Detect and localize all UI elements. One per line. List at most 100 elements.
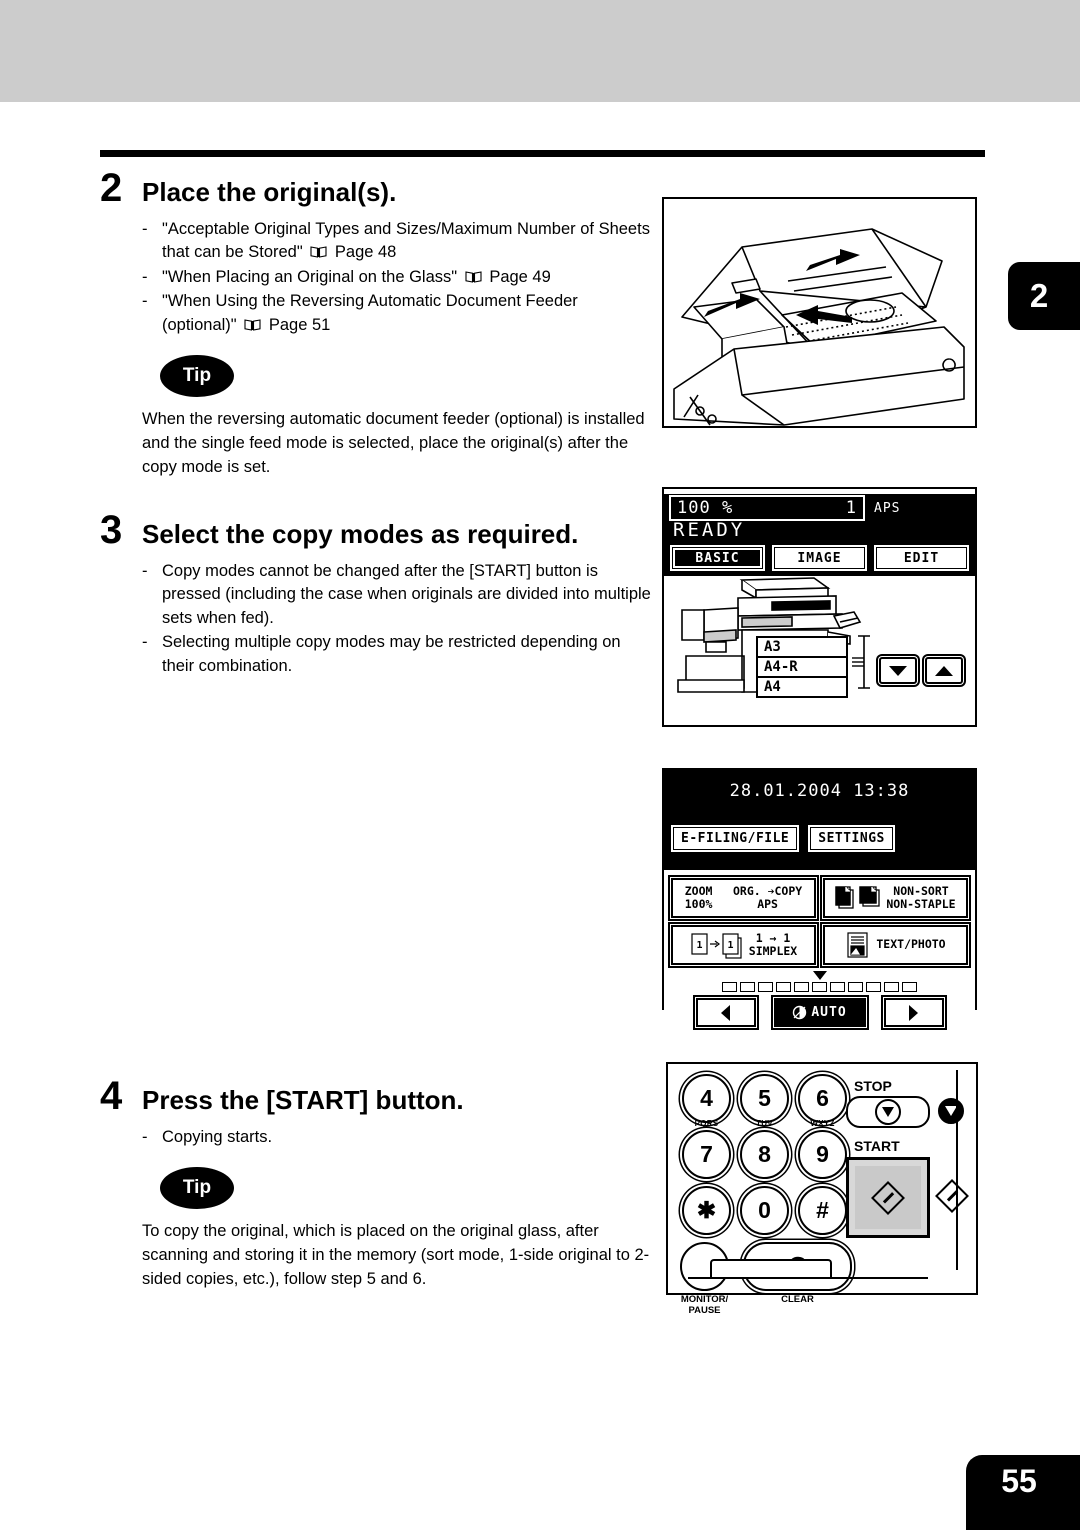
text-photo-label: TEXT/PHOTO (876, 937, 946, 952)
simplex-icon: 1 1 (691, 933, 742, 959)
lighter-icon (721, 1004, 730, 1021)
key-4[interactable]: 4 (682, 1074, 731, 1123)
bullet-dash: - (142, 1127, 148, 1146)
step-4-heading: 4 Press the [START] button. (100, 1076, 655, 1116)
bullet-item: - "Acceptable Original Types and Sizes/M… (142, 218, 655, 265)
density-segment (722, 982, 737, 992)
drawer-a4[interactable]: A4 (756, 676, 848, 698)
bullet-item: - "When Placing an Original on the Glass… (142, 266, 655, 289)
density-segment (776, 982, 791, 992)
instruction-column: 2 Place the original(s). - "Acceptable O… (100, 168, 655, 1292)
bullet-text: "When Placing an Original on the Glass" (162, 267, 458, 286)
scroll-down-button[interactable] (879, 657, 917, 684)
step-3: 3 Select the copy modes as required. - C… (100, 510, 655, 678)
tab-image[interactable]: IMAGE (772, 545, 867, 571)
step-3-number: 3 (100, 507, 123, 552)
book-icon (244, 318, 261, 331)
lcd-status-text: READY (673, 519, 746, 541)
stop-indicator-icon (938, 1098, 964, 1124)
start-button[interactable] (846, 1157, 930, 1238)
step-3-heading: 3 Select the copy modes as required. (100, 510, 655, 550)
svg-text:1: 1 (727, 940, 733, 951)
bullet-dash: - (142, 633, 148, 652)
finishing-button[interactable]: NON-SORT NON-STAPLE (823, 878, 968, 918)
zoom-value: 100% (684, 897, 713, 911)
keypad-row: PQRS 7 TUV 8 WXYZ 9 (682, 1119, 850, 1179)
auto-label: AUTO (811, 1005, 847, 1020)
stop-label: STOP (854, 1078, 892, 1094)
start-indicator-icon (935, 1179, 969, 1213)
section-divider-rule (100, 150, 985, 157)
bullet-text: Copying starts. (162, 1127, 273, 1146)
bullet-item: - "When Using the Reversing Automatic Do… (142, 290, 655, 337)
key-8[interactable]: TUV 8 (740, 1119, 789, 1179)
copy-count-value: 1 (845, 498, 857, 518)
key-5[interactable]: 5 (740, 1074, 789, 1123)
keypad-row: MONITOR/ PAUSE C CLEAR (680, 1242, 852, 1317)
panel-edge-line (956, 1070, 958, 1270)
stop-button[interactable] (846, 1096, 930, 1128)
key-hash[interactable]: # (798, 1186, 847, 1235)
page-number-tab: 55 (966, 1455, 1080, 1530)
key-0[interactable]: 0 (740, 1186, 789, 1235)
lcd2-body: ZOOM 100% ORG. ➔COPY APS NON-SORT NON-ST… (664, 870, 975, 1027)
start-icon (871, 1180, 905, 1215)
tab-edit[interactable]: EDIT (874, 545, 969, 571)
tab-efiling-file[interactable]: E-FILING/FILE (671, 825, 800, 852)
tab-settings[interactable]: SETTINGS (808, 825, 895, 852)
monitor-pause-label-2: PAUSE (688, 1304, 721, 1316)
bullet-text: Copy modes cannot be changed after the [… (162, 561, 651, 627)
zoom-ratio-display: 100 % 1 (669, 495, 865, 521)
zoom-aps-button[interactable]: ZOOM 100% ORG. ➔COPY APS (671, 878, 816, 918)
density-lighter-button[interactable] (695, 998, 756, 1027)
step-2-heading: 2 Place the original(s). (100, 168, 655, 208)
key-asterisk[interactable]: ✱ (682, 1186, 731, 1235)
stop-icon (875, 1099, 901, 1125)
density-darker-button[interactable] (883, 998, 944, 1027)
density-segment (884, 982, 899, 992)
key-9[interactable]: WXYZ 9 (798, 1119, 847, 1179)
key-7[interactable]: PQRS 7 (682, 1119, 731, 1179)
book-icon (465, 270, 482, 283)
bullet-text: "Acceptable Original Types and Sizes/Max… (162, 220, 650, 262)
density-control: AUTO (664, 965, 975, 1027)
density-segment (830, 982, 845, 992)
lcd-machine-diagram: A3 A4-R A4 (664, 576, 975, 698)
drawer-a4r[interactable]: A4-R (756, 656, 848, 678)
density-segment (866, 982, 881, 992)
copier-lcd-basic-screen[interactable]: 100 % 1 APS READY BASIC IMAGE EDIT A3 A4… (662, 487, 977, 727)
lcd-status-header: 100 % 1 APS READY BASIC IMAGE EDIT (664, 494, 975, 576)
simplex-label: SIMPLEX (748, 944, 798, 958)
duplex-button[interactable]: 1 1 1 → 1 SIMPLEX (671, 925, 816, 965)
bullet-text: "When Using the Reversing Automatic Docu… (162, 292, 578, 334)
chevron-down-icon (889, 665, 907, 676)
copier-lcd-settings-screen[interactable]: 28.01.2004 13:38 E-FILING/FILE SETTINGS … (662, 768, 977, 1027)
step-4-bullets: - Copying starts. (142, 1126, 655, 1149)
key-8-letters: TUV (756, 1119, 773, 1128)
original-mode-button[interactable]: TEXT/PHOTO (823, 925, 968, 965)
lcd-top-bar: 100 % 1 APS (669, 494, 970, 522)
step-2-bullets: - "Acceptable Original Types and Sizes/M… (142, 218, 655, 337)
density-scale (671, 982, 968, 992)
scroll-up-button[interactable] (925, 657, 963, 684)
keypad-row: 4 5 6 (682, 1074, 850, 1123)
aps-value: APS (757, 897, 778, 911)
datetime-display: 28.01.2004 13:38 (729, 781, 910, 801)
bullet-item: - Copying starts. (142, 1126, 655, 1149)
key-6[interactable]: 6 (798, 1074, 847, 1123)
non-sort-icon (835, 886, 881, 909)
density-auto-button[interactable]: AUTO (773, 998, 866, 1027)
bullet-dash: - (142, 292, 148, 311)
page-number: 55 (1001, 1463, 1037, 1499)
bullet-dash: - (142, 561, 148, 580)
drawer-scroll-buttons (879, 657, 963, 684)
auto-density-icon (793, 1005, 807, 1020)
density-segment (812, 982, 827, 992)
copy-mode-buttons: ZOOM 100% ORG. ➔COPY APS NON-SORT NON-ST… (664, 870, 975, 965)
stop-start-area: STOP START (846, 1078, 969, 1238)
tab-basic[interactable]: BASIC (670, 545, 765, 571)
step-4: 4 Press the [START] button. - Copying st… (100, 1076, 655, 1292)
start-label: START (854, 1138, 900, 1154)
drawer-a3[interactable]: A3 (756, 636, 848, 658)
zoom-ratio-value: 100 (677, 498, 711, 518)
